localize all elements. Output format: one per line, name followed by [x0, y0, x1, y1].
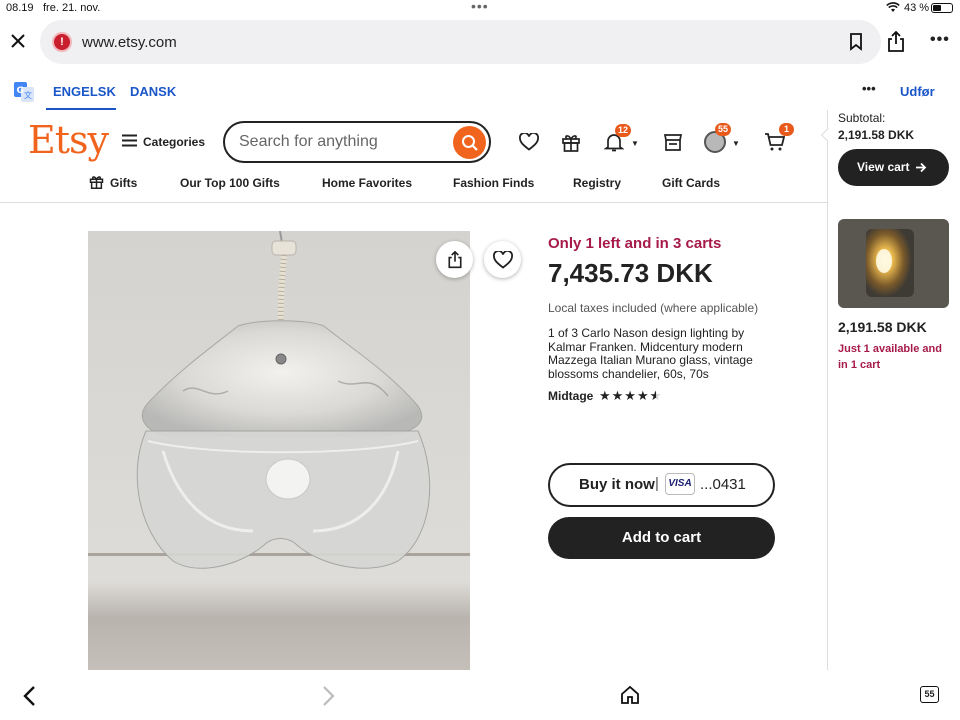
- multitask-dots-icon[interactable]: •••: [471, 0, 489, 14]
- product-title-line: Mazzega Italian Murano glass, vintage: [548, 353, 753, 367]
- view-cart-button[interactable]: View cart: [838, 149, 949, 186]
- wifi-icon: [886, 2, 900, 16]
- subnav-top-100-gifts[interactable]: Our Top 100 Gifts: [180, 176, 280, 190]
- status-bar: 08.19 fre. 21. nov. ••• 43 %: [0, 0, 960, 18]
- account-badge: 55: [715, 123, 732, 136]
- half-star-icon: ★★: [649, 388, 663, 403]
- favorite-product-button[interactable]: [484, 241, 521, 278]
- browser-toolbar: ! www.etsy.com •••: [0, 18, 960, 68]
- share-icon[interactable]: [886, 30, 906, 58]
- search-button[interactable]: [453, 126, 486, 159]
- lang-tab-danish[interactable]: DANSK: [130, 84, 176, 99]
- hamburger-icon[interactable]: [122, 134, 137, 152]
- translate-bar: G文 ENGELSK DANSK ••• Udfør: [0, 74, 960, 110]
- forward-arrow-icon[interactable]: [322, 685, 336, 712]
- close-icon[interactable]: [10, 33, 26, 54]
- categories-button[interactable]: Categories: [143, 135, 205, 149]
- lang-tab-english[interactable]: ENGELSK: [53, 84, 116, 99]
- cart-item-price: 2,191.58 DKK: [838, 319, 927, 335]
- gifts-nav-icon[interactable]: [89, 174, 104, 194]
- notifications-badge: 12: [615, 124, 632, 137]
- svg-text:G: G: [17, 86, 24, 96]
- tax-note: Local taxes included (where applicable): [548, 301, 759, 315]
- google-translate-icon: G文: [14, 82, 34, 102]
- subnav-gift-cards[interactable]: Gift Cards: [662, 176, 720, 190]
- battery-icon: [931, 3, 953, 13]
- tabs-count-button[interactable]: 55: [920, 686, 939, 703]
- buy-it-now-button[interactable]: Buy it now | VISA ...0431: [548, 463, 775, 507]
- insecure-warning-icon[interactable]: !: [52, 32, 72, 52]
- bookmark-icon[interactable]: [849, 33, 863, 56]
- cart-badge: 1: [779, 123, 794, 136]
- status-time: 08.19: [6, 2, 34, 14]
- add-to-cart-button[interactable]: Add to cart: [548, 517, 775, 559]
- home-icon[interactable]: [620, 685, 640, 710]
- notifications-caret-icon[interactable]: ▼: [631, 139, 639, 148]
- buy-separator: |: [655, 475, 659, 492]
- view-cart-label: View cart: [857, 160, 910, 174]
- rating-stars: ★★★★★★: [599, 388, 663, 403]
- translate-done-button[interactable]: Udfør: [900, 84, 935, 99]
- subnav-gifts[interactable]: Gifts: [110, 176, 137, 190]
- cart-item-thumbnail[interactable]: [838, 219, 949, 308]
- search-bar: [223, 121, 491, 163]
- card-last-digits: ...0431: [700, 476, 746, 493]
- stock-alert: Only 1 left and in 3 carts: [548, 235, 722, 252]
- heart-icon: [492, 250, 513, 269]
- search-icon: [461, 134, 478, 151]
- subtotal-amount: 2,191.58 DKK: [838, 128, 915, 142]
- site-header: Etsy Categories 12 ▼ 55 ▼ 1 Gifts Our To…: [0, 110, 828, 202]
- more-options-icon[interactable]: •••: [930, 31, 950, 49]
- svg-text:文: 文: [24, 90, 32, 100]
- visa-card-icon: VISA: [665, 473, 695, 495]
- url-text[interactable]: www.etsy.com: [82, 34, 177, 51]
- favorites-heart-icon[interactable]: [515, 128, 543, 156]
- product-title-line: Kalmar Franken. Midcentury modern: [548, 339, 743, 354]
- header-divider: [0, 202, 828, 203]
- browser-bottom-bar: 55: [0, 670, 960, 720]
- shop-name-link[interactable]: Midtage: [548, 389, 593, 403]
- cart-item-availability: Just 1 available and: [838, 343, 942, 355]
- status-date: fre. 21. nov.: [43, 2, 101, 14]
- address-bar[interactable]: ! www.etsy.com: [40, 20, 881, 64]
- account-caret-icon[interactable]: ▼: [732, 139, 740, 148]
- subtotal-label: Subtotal:: [838, 111, 886, 125]
- product-price: 7,435.73 DKK: [548, 258, 713, 288]
- back-arrow-icon[interactable]: [22, 685, 36, 712]
- translate-more-icon[interactable]: •••: [862, 81, 876, 96]
- share-product-button[interactable]: [436, 241, 473, 278]
- product-title: 1 of 3 Carlo Nason design lighting by Ka…: [548, 326, 778, 381]
- buy-it-now-label: Buy it now: [579, 476, 655, 493]
- cart-item-availability-2: in 1 cart: [838, 359, 881, 371]
- product-image[interactable]: [88, 231, 470, 670]
- product-title-line: 1 of 3 Carlo Nason design lighting by: [548, 326, 745, 340]
- shop-icon[interactable]: [659, 128, 687, 156]
- arrow-right-icon: [916, 162, 927, 173]
- etsy-logo[interactable]: Etsy: [28, 118, 109, 162]
- battery-percent: 43 %: [904, 2, 930, 14]
- subnav-home-favorites[interactable]: Home Favorites: [322, 176, 412, 190]
- cart-side-panel: Subtotal: 2,191.58 DKK View cart 2,191.5…: [820, 110, 960, 670]
- subnav-registry[interactable]: Registry: [573, 176, 621, 190]
- product-title-line: blossoms chandelier, 60s, 70s: [548, 366, 709, 381]
- share-product-icon: [447, 250, 462, 268]
- subnav-fashion-finds[interactable]: Fashion Finds: [453, 176, 534, 190]
- search-input[interactable]: [239, 131, 439, 153]
- gift-icon[interactable]: [557, 128, 585, 156]
